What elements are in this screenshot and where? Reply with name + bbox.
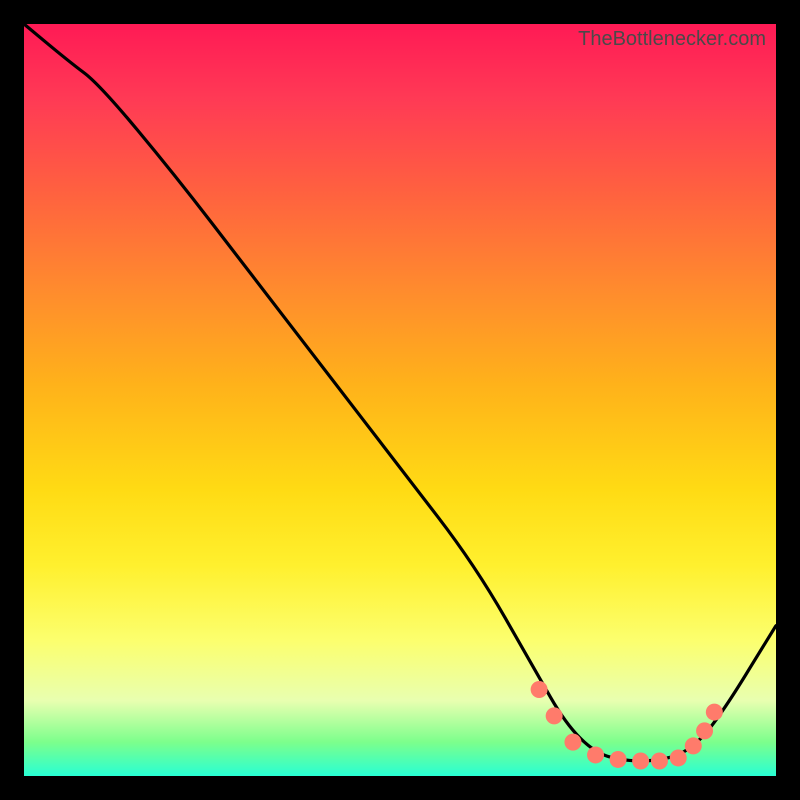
- marker-dot: [587, 746, 604, 763]
- marker-group: [531, 681, 723, 769]
- marker-dot: [632, 752, 649, 769]
- chart-svg: [24, 24, 776, 776]
- marker-dot: [685, 737, 702, 754]
- attribution-label: TheBottlenecker.com: [578, 28, 766, 51]
- marker-dot: [531, 681, 548, 698]
- chart-plot-area: TheBottlenecker.com: [24, 24, 776, 776]
- marker-dot: [610, 751, 627, 768]
- marker-dot: [651, 752, 668, 769]
- marker-dot: [670, 749, 687, 766]
- marker-dot: [696, 722, 713, 739]
- marker-dot: [546, 707, 563, 724]
- marker-dot: [706, 704, 723, 721]
- bottleneck-curve: [24, 24, 776, 761]
- marker-dot: [564, 734, 581, 751]
